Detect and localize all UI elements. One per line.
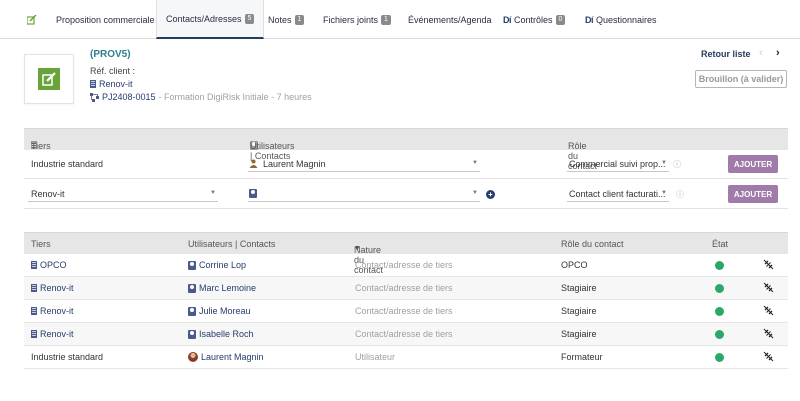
tab-questionnaires[interactable]: Dí Questionnaires <box>585 0 657 39</box>
ref-client-label: Réf. client : <box>90 66 136 76</box>
chevron-down-icon: ▼ <box>661 190 667 196</box>
table-row: Industrie standard Laurent Magnin Utilis… <box>24 346 788 369</box>
person-icon <box>249 159 258 168</box>
proposal-logo <box>24 54 74 104</box>
contact-icon <box>188 260 196 270</box>
project-icon <box>90 92 99 102</box>
contacts-list-header: Tiers Utilisateurs | Contacts ▼ Nature d… <box>24 232 788 275</box>
unlink-icon[interactable] <box>763 305 774 316</box>
contact-select[interactable]: ▼ <box>248 186 480 202</box>
add-contact-button[interactable]: AJOUTER <box>728 185 778 203</box>
proposal-ref: (PROV5) <box>90 49 131 60</box>
col-users-contacts[interactable]: Utilisateurs | Contacts <box>188 239 275 249</box>
add-contact-row: Renov-it ▼ ▼ + Contact client facturati.… <box>24 180 788 209</box>
next-arrow-icon[interactable]: › <box>776 47 780 59</box>
info-icon[interactable]: ⓘ <box>676 189 684 200</box>
table-row: OPCO Corrine Lop Contact/adresse de tier… <box>24 254 788 277</box>
role-text: Stagiaire <box>561 306 597 316</box>
add-contact-plus-icon[interactable]: + <box>486 190 495 199</box>
tiers-label: Industrie standard <box>31 159 104 169</box>
nature-text: Utilisateur <box>355 352 396 362</box>
contact-icon <box>249 189 257 198</box>
contact-icon <box>188 283 196 293</box>
tiers-link[interactable]: Renov-it <box>31 329 74 339</box>
chevron-down-icon: ▼ <box>472 160 478 166</box>
tiers-link[interactable]: Renov-it <box>31 283 74 293</box>
tab-evenements[interactable]: Événements/Agenda <box>408 0 492 39</box>
retour-liste-link[interactable]: Retour liste <box>701 49 751 59</box>
tab-contacts[interactable]: Contacts/Adresses 5 <box>156 0 265 39</box>
tab-badge: 0 <box>555 14 566 25</box>
status-active-icon[interactable] <box>715 261 724 270</box>
tab-fichiers[interactable]: Fichiers joints 1 <box>323 0 391 39</box>
nature-text: Contact/adresse de tiers <box>355 260 453 270</box>
project-line: PJ2408-0015 - Formation DigiRisk Initial… <box>90 92 312 102</box>
edit-document-icon <box>38 68 60 90</box>
add-user-row: Industrie standard Laurent Magnin ▼ Comm… <box>24 150 788 179</box>
building-icon <box>31 330 37 338</box>
contact-link[interactable]: Corrine Lop <box>188 260 246 270</box>
status-active-icon[interactable] <box>715 330 724 339</box>
tab-badge: 1 <box>381 14 391 25</box>
tiers-text: Industrie standard <box>31 352 104 362</box>
col-role[interactable]: Rôle du contact <box>561 239 624 249</box>
status-active-icon[interactable] <box>715 353 724 362</box>
building-icon <box>31 284 37 292</box>
col-etat[interactable]: État <box>712 239 728 249</box>
role-text: OPCO <box>561 260 588 270</box>
nature-text: Contact/adresse de tiers <box>355 283 453 293</box>
status-active-icon[interactable] <box>715 307 724 316</box>
info-icon[interactable]: ⓘ <box>673 159 681 170</box>
status-active-icon[interactable] <box>715 284 724 293</box>
role-select[interactable]: Commercial suivi prop... ▼ <box>567 156 669 172</box>
digirisk-icon: Dí <box>503 14 512 25</box>
tab-badge: 1 <box>294 14 305 25</box>
project-link[interactable]: PJ2408-0015 <box>102 92 156 102</box>
chevron-down-icon: ▼ <box>661 160 667 166</box>
avatar <box>188 352 198 362</box>
tab-notes[interactable]: Notes 1 <box>268 0 305 39</box>
prev-arrow-icon[interactable]: ‹ <box>759 47 763 59</box>
tab-controles[interactable]: Dí Contrôles 0 <box>503 0 566 39</box>
role-text: Stagiaire <box>561 283 597 293</box>
col-tiers[interactable]: Tiers <box>31 239 51 249</box>
contact-icon <box>188 306 196 316</box>
role-text: Stagiaire <box>561 329 597 339</box>
tiers-link[interactable]: Renov-it <box>31 306 74 316</box>
contact-link[interactable]: Marc Lemoine <box>188 283 256 293</box>
table-row: Renov-it Marc Lemoine Contact/adresse de… <box>24 277 788 300</box>
tab-edit-icon[interactable] <box>27 0 37 39</box>
table-row: Renov-it Julie Moreau Contact/adresse de… <box>24 300 788 323</box>
nature-text: Contact/adresse de tiers <box>355 329 453 339</box>
company-link[interactable]: Renov-it <box>90 79 133 89</box>
digirisk-icon: Dí <box>585 14 594 25</box>
building-icon <box>31 261 37 269</box>
status-badge[interactable]: Brouillon (à valider) <box>695 70 787 88</box>
tab-bar: Proposition commerciale Contacts/Adresse… <box>0 0 800 39</box>
contact-link[interactable]: Isabelle Roch <box>188 329 254 339</box>
tiers-link[interactable]: OPCO <box>31 260 67 270</box>
contact-link[interactable]: Julie Moreau <box>188 306 251 316</box>
unlink-icon[interactable] <box>763 328 774 339</box>
user-link[interactable]: Laurent Magnin <box>188 352 264 362</box>
tab-proposition[interactable]: Proposition commerciale <box>56 0 155 39</box>
table-row: Renov-it Isabelle Roch Contact/adresse d… <box>24 323 788 346</box>
tab-badge: 5 <box>244 13 255 24</box>
role-select[interactable]: Contact client facturati... ▼ <box>567 186 669 202</box>
nature-text: Contact/adresse de tiers <box>355 306 453 316</box>
unlink-icon[interactable] <box>763 282 774 293</box>
unlink-icon[interactable] <box>763 351 774 362</box>
unlink-icon[interactable] <box>763 259 774 270</box>
building-icon <box>90 80 96 88</box>
building-icon <box>31 307 37 315</box>
role-text: Formateur <box>561 352 603 362</box>
chevron-down-icon: ▼ <box>472 190 478 196</box>
add-user-button[interactable]: AJOUTER <box>728 155 778 173</box>
user-select[interactable]: Laurent Magnin ▼ <box>248 156 480 172</box>
chevron-down-icon: ▼ <box>210 190 216 196</box>
add-contact-header: Tiers Utilisateurs | Contacts Rôle du co… <box>24 128 788 171</box>
contact-icon <box>188 329 196 339</box>
tiers-select[interactable]: Renov-it ▼ <box>28 186 218 202</box>
edit-icon <box>27 14 37 25</box>
